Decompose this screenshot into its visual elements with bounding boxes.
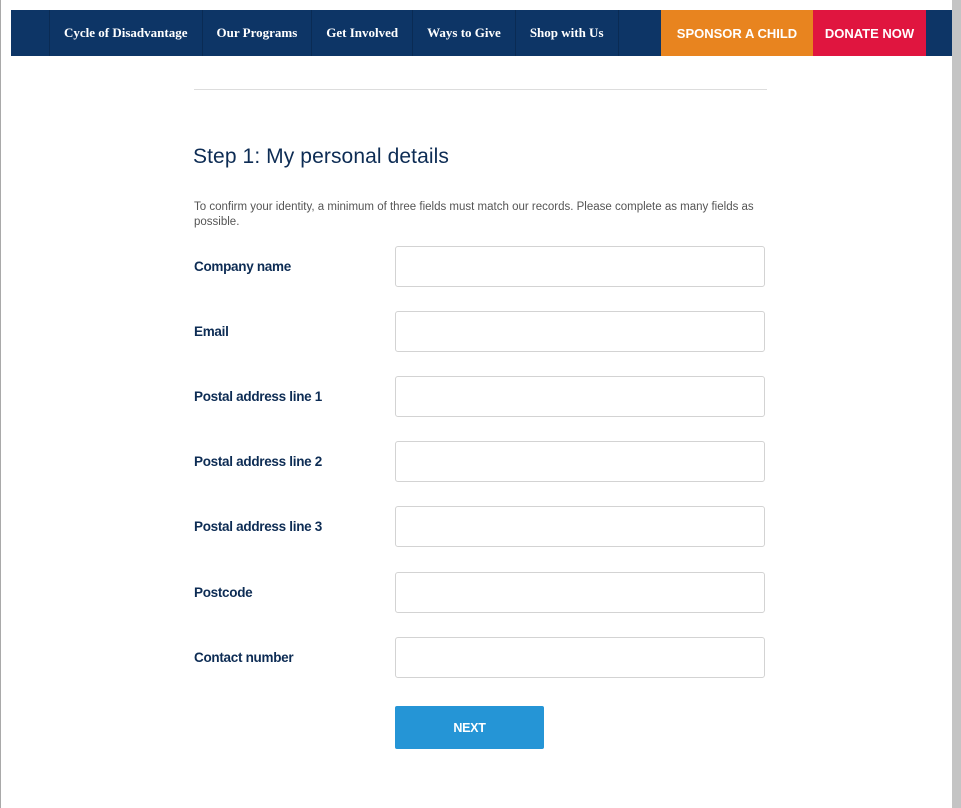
nav-item-get-involved[interactable]: Get Involved bbox=[311, 10, 412, 56]
sponsor-a-child-button[interactable]: SPONSOR A CHILD bbox=[661, 10, 813, 56]
company-name-label: Company name bbox=[194, 259, 291, 274]
section-divider bbox=[194, 89, 767, 90]
postal-address-line-3-label: Postal address line 3 bbox=[194, 519, 323, 534]
company-name-input[interactable] bbox=[395, 246, 765, 287]
field-row-postcode: Postcode bbox=[194, 572, 769, 616]
next-button[interactable]: NEXT bbox=[395, 706, 544, 749]
field-row-company-name: Company name bbox=[194, 246, 769, 290]
postal-address-line-2-label: Postal address line 2 bbox=[194, 454, 323, 469]
nav-links: Cycle of Disadvantage Our Programs Get I… bbox=[11, 10, 619, 56]
postal-address-line-3-input[interactable] bbox=[395, 506, 765, 547]
field-row-postal-address-line-3: Postal address line 3 bbox=[194, 506, 769, 550]
field-row-postal-address-line-1: Postal address line 1 bbox=[194, 376, 769, 420]
form-step-title: Step 1: My personal details bbox=[193, 145, 450, 168]
postal-address-line-2-input[interactable] bbox=[395, 441, 765, 482]
nav-item-shop-with-us[interactable]: Shop with Us bbox=[514, 10, 619, 56]
page: Cycle of Disadvantage Our Programs Get I… bbox=[0, 0, 953, 808]
email-label: Email bbox=[194, 324, 229, 339]
contact-number-label: Contact number bbox=[194, 650, 294, 665]
email-input[interactable] bbox=[395, 311, 765, 352]
form-intro-text: To confirm your identity, a minimum of t… bbox=[194, 201, 754, 228]
nav-item-our-programs[interactable]: Our Programs bbox=[201, 10, 312, 56]
nav-item-cycle-of-disadvantage[interactable]: Cycle of Disadvantage bbox=[49, 10, 202, 56]
nav-item-ways-to-give[interactable]: Ways to Give bbox=[412, 10, 515, 56]
field-row-contact-number: Contact number bbox=[194, 637, 769, 681]
contact-number-input[interactable] bbox=[395, 637, 765, 678]
postal-address-line-1-input[interactable] bbox=[395, 376, 765, 417]
field-row-postal-address-line-2: Postal address line 2 bbox=[194, 441, 769, 485]
field-row-email: Email bbox=[194, 311, 769, 355]
donate-now-button[interactable]: DONATE NOW bbox=[813, 10, 926, 56]
postcode-label: Postcode bbox=[194, 585, 253, 600]
top-navigation-bar: Cycle of Disadvantage Our Programs Get I… bbox=[11, 10, 952, 56]
window-edge bbox=[952, 0, 961, 808]
postal-address-line-1-label: Postal address line 1 bbox=[194, 389, 323, 404]
postcode-input[interactable] bbox=[395, 572, 765, 613]
